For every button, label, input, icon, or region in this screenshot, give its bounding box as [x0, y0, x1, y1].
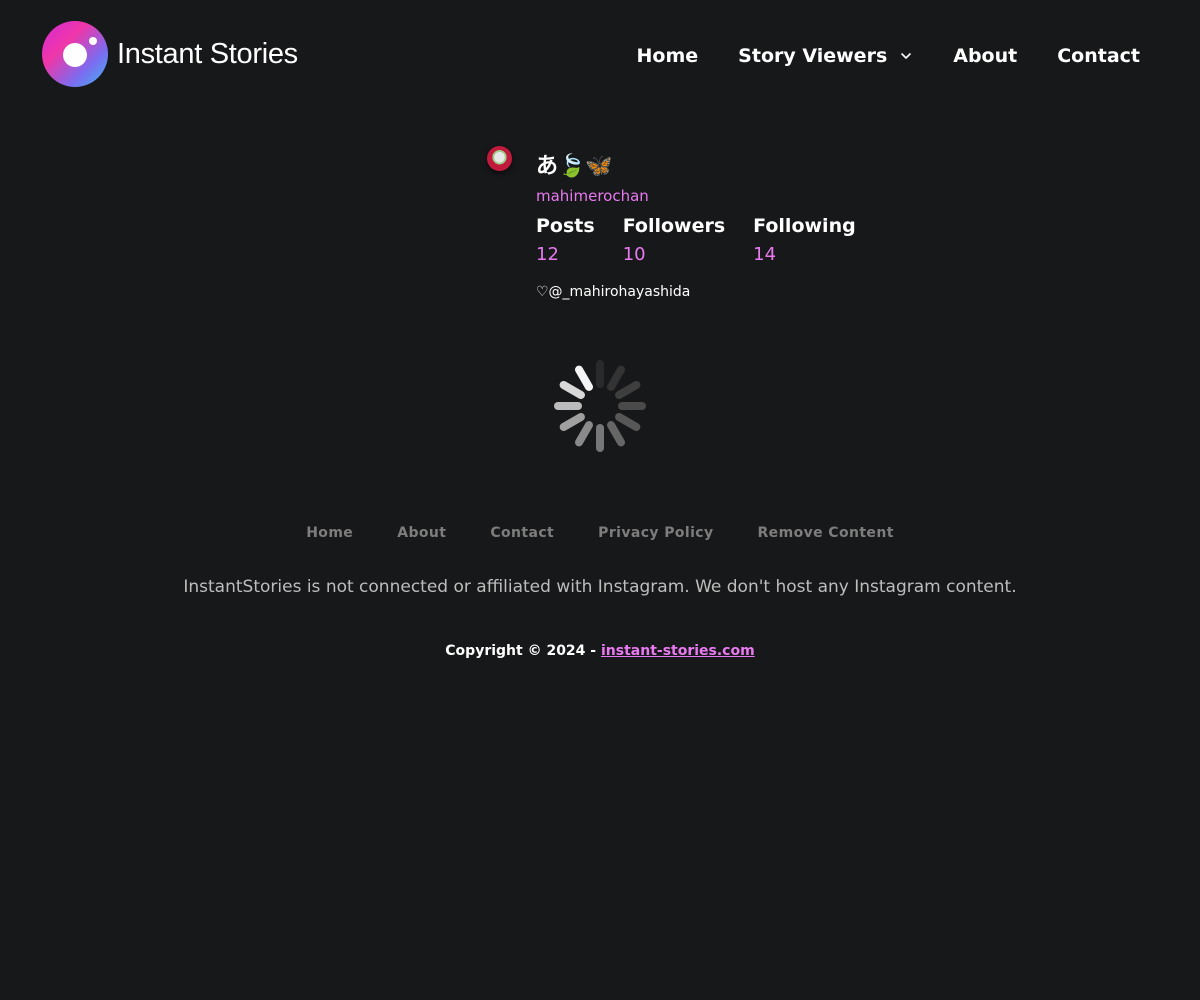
stat-following-value: 14: [753, 244, 777, 265]
main-nav: Home Story Viewers About Contact: [637, 40, 1140, 72]
brand-name: Instant Stories: [117, 37, 298, 70]
stat-posts: Posts 12: [536, 213, 595, 268]
avatar: [487, 146, 512, 171]
nav-story-viewers-label: Story Viewers: [738, 45, 888, 67]
copyright-text: Copyright © 2024 -: [445, 643, 601, 659]
loading-spinner-icon: [554, 360, 646, 452]
stat-following: Following 14: [753, 213, 856, 268]
brand-link[interactable]: Instant Stories: [42, 21, 298, 87]
stat-followers: Followers 10: [623, 213, 725, 268]
stat-followers-label: Followers: [622, 215, 726, 237]
copyright-site-link[interactable]: instant-stories.com: [601, 643, 755, 659]
footer-link-home[interactable]: Home: [306, 525, 353, 541]
profile-stats: Posts 12 Followers 10 Following 14: [536, 213, 884, 268]
footer-link-about[interactable]: About: [397, 525, 446, 541]
profile-bio: ♡@_mahirohayashida: [536, 284, 691, 300]
nav-contact[interactable]: Contact: [1057, 40, 1140, 72]
footer-nav: Home About Contact Privacy Policy Remove…: [0, 525, 1200, 541]
nav-home[interactable]: Home: [637, 40, 699, 72]
stat-followers-value: 10: [622, 244, 646, 265]
profile-card: あ🍃🦋 mahimerochan Posts 12 Followers 10 F…: [487, 146, 887, 316]
profile-username: mahimerochan: [536, 187, 649, 205]
profile-display-name: あ🍃🦋: [536, 154, 613, 179]
footer-copyright: Copyright © 2024 - instant-stories.com: [0, 643, 1200, 659]
footer-disclaimer: InstantStories is not connected or affil…: [183, 577, 1017, 597]
nav-about[interactable]: About: [953, 40, 1017, 72]
site-header: Instant Stories Home Story Viewers About…: [0, 0, 1200, 112]
footer-link-privacy-policy[interactable]: Privacy Policy: [598, 525, 713, 541]
camera-lens-logo-icon: [42, 21, 108, 87]
stat-posts-value: 12: [536, 244, 559, 265]
stat-posts-label: Posts: [536, 215, 595, 237]
chevron-down-icon: [901, 53, 912, 59]
stat-following-label: Following: [753, 215, 856, 237]
nav-story-viewers[interactable]: Story Viewers: [738, 40, 913, 72]
footer-link-remove-content[interactable]: Remove Content: [758, 525, 894, 541]
footer-link-contact[interactable]: Contact: [490, 525, 554, 541]
